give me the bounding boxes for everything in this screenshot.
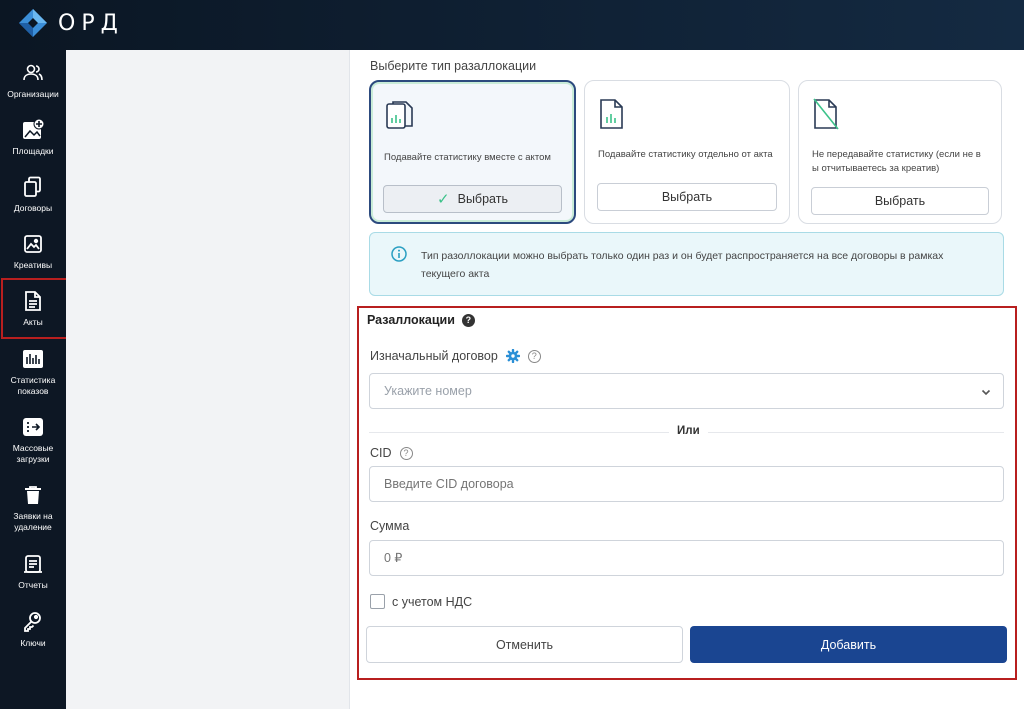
logo-icon [19, 9, 47, 37]
gear-icon[interactable] [505, 349, 520, 363]
left-panel [66, 50, 350, 709]
select-button-label: Выбрать [874, 194, 926, 208]
sidebar-item-label: Ключи [20, 638, 46, 648]
vat-checkbox[interactable] [370, 594, 385, 609]
sidebar-item-reports[interactable]: Отчеты [0, 553, 66, 591]
sidebar-item-sites[interactable]: Площадки [0, 119, 66, 157]
stats-document-icon [384, 98, 418, 137]
stats-icon [22, 348, 44, 370]
cid-label: CID ? [370, 446, 413, 460]
contract-select-placeholder: Укажите номер [384, 384, 472, 398]
report-icon [22, 553, 44, 575]
card-text: Не передавайте статистику (если не в ы о… [812, 149, 981, 174]
card-text: Подавайте статистику вместе с актом [384, 152, 551, 163]
bulk-upload-icon [22, 416, 44, 438]
select-button-label: Выбрать [661, 190, 713, 204]
cancel-button[interactable]: Отменить [366, 626, 683, 663]
contract-label: Изначальный договор ? [370, 349, 541, 363]
select-button[interactable]: Выбрать [597, 183, 777, 211]
copy-docs-icon [22, 176, 44, 198]
add-site-icon [22, 119, 44, 141]
cid-input[interactable] [369, 466, 1004, 502]
allocation-card-no-stats[interactable]: Не передавайте статистику (если не в ы о… [798, 80, 1002, 224]
stats-document-icon [598, 97, 628, 136]
users-icon [22, 62, 44, 84]
select-button[interactable]: ✓ Выбрать [383, 185, 562, 213]
sidebar-item-deletion-requests[interactable]: Заявки на удаление [0, 484, 66, 533]
crossed-document-icon [812, 97, 842, 136]
sidebar-item-organizations[interactable]: Организации [0, 62, 66, 100]
key-icon [22, 611, 44, 633]
allocation-type-label: Выберите тип разаллокации [370, 59, 537, 73]
allocation-card-with-act[interactable]: Подавайте статистику вместе с актом ✓ Вы… [369, 80, 576, 224]
select-button-label: Выбрать [457, 192, 508, 206]
logo-text: ОРД [58, 10, 124, 36]
allocation-card-separate[interactable]: Подавайте статистику отдельно от акта Вы… [584, 80, 790, 224]
sidebar-item-bulk-uploads[interactable]: Массовые загрузки [0, 416, 66, 465]
card-text: Подавайте статистику отдельно от акта [598, 149, 773, 160]
sidebar-item-keys[interactable]: Ключи [0, 611, 66, 649]
sidebar-item-label: Организации [7, 89, 59, 99]
add-button-label: Добавить [820, 637, 877, 652]
cid-label-text: CID [370, 446, 392, 460]
cancel-button-label: Отменить [495, 637, 554, 652]
sidebar-item-contracts[interactable]: Договоры [0, 176, 66, 214]
sum-label: Сумма [370, 519, 410, 533]
sidebar-item-label: Креативы [13, 260, 53, 270]
info-alert: Тип разоллокации можно выбрать только од… [369, 232, 1004, 296]
sidebar-item-label: Массовые загрузки [12, 443, 54, 464]
section-title-text: Разаллокации [367, 313, 455, 327]
contract-select[interactable]: Укажите номер [369, 373, 1004, 409]
sidebar-item-label: Статистика показов [10, 375, 56, 396]
sidebar: Организации Площадки Договоры Креативы А… [0, 50, 66, 709]
help-icon[interactable]: ? [527, 349, 541, 363]
chevron-down-icon [981, 386, 991, 400]
sidebar-item-creatives[interactable]: Креативы [0, 233, 66, 271]
help-icon[interactable]: ? [399, 446, 413, 460]
info-text: Тип разоллокации можно выбрать только од… [421, 250, 944, 280]
vat-label[interactable]: с учетом НДС [392, 595, 472, 609]
help-icon[interactable]: ? [461, 313, 475, 327]
info-icon [391, 246, 407, 267]
top-bar: ОРД [0, 0, 1024, 50]
sidebar-item-label: Площадки [12, 146, 54, 156]
sidebar-item-statistics[interactable]: Статистика показов [0, 348, 66, 397]
select-button[interactable]: Выбрать [811, 187, 989, 215]
contract-label-text: Изначальный договор [370, 349, 498, 363]
sidebar-item-label: Заявки на удаление [13, 511, 53, 532]
image-icon [22, 233, 44, 255]
add-button[interactable]: Добавить [690, 626, 1007, 663]
sum-input[interactable] [369, 540, 1004, 576]
logo[interactable]: ОРД [18, 8, 124, 38]
section-title: Разаллокации ? [367, 313, 475, 327]
trash-icon [22, 484, 44, 506]
or-separator: Или [669, 425, 708, 437]
check-icon: ✓ [437, 191, 450, 208]
sidebar-item-label: Отчеты [18, 580, 48, 590]
sidebar-item-label: Договоры [13, 203, 53, 213]
